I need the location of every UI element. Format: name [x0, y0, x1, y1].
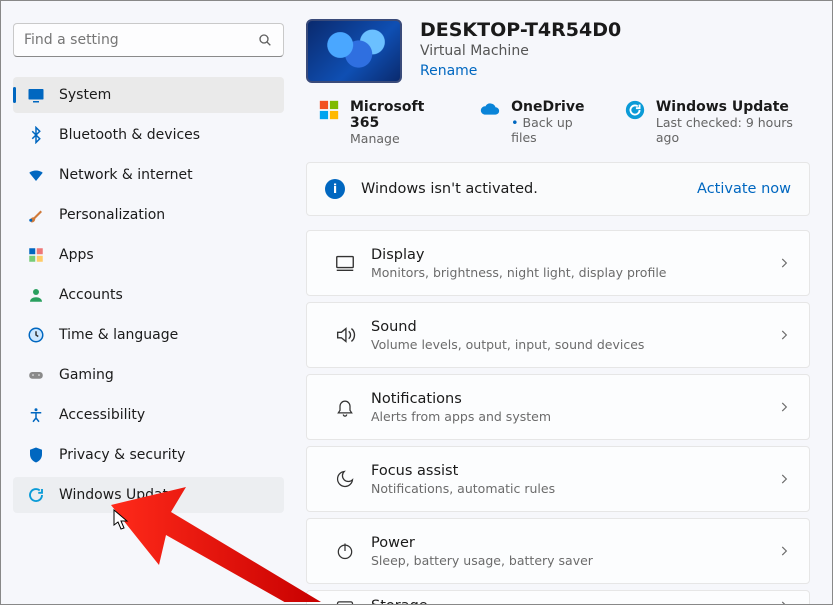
bell-icon: [325, 397, 365, 417]
sidebar-item-bluetooth[interactable]: Bluetooth & devices: [13, 117, 284, 153]
wifi-icon: [27, 166, 45, 184]
sidebar-item-label: System: [59, 87, 111, 103]
power-icon: [325, 541, 365, 561]
search-icon: [257, 32, 273, 48]
sidebar-item-network[interactable]: Network & internet: [13, 157, 284, 193]
chevron-right-icon: [777, 599, 791, 604]
topcard-title: OneDrive: [511, 99, 596, 115]
display-icon: [325, 252, 365, 274]
sidebar-item-label: Time & language: [59, 327, 178, 343]
device-type: Virtual Machine: [420, 43, 621, 59]
activation-banner[interactable]: i Windows isn't activated. Activate now: [306, 162, 810, 216]
sidebar-item-system[interactable]: System: [13, 77, 284, 113]
sidebar-item-label: Network & internet: [59, 167, 193, 183]
sidebar-item-personalization[interactable]: Personalization: [13, 197, 284, 233]
chevron-right-icon: [777, 544, 791, 558]
topcard-windows-update[interactable]: Windows Update Last checked: 9 hours ago: [624, 99, 810, 146]
card-sub: Notifications, automatic rules: [371, 481, 777, 496]
banner-text: Windows isn't activated.: [361, 181, 697, 197]
update-icon: [27, 486, 45, 504]
settings-cards: Display Monitors, brightness, night ligh…: [306, 230, 810, 604]
sidebar-item-gaming[interactable]: Gaming: [13, 357, 284, 393]
sidebar-item-label: Apps: [59, 247, 94, 263]
card-sound[interactable]: Sound Volume levels, output, input, soun…: [306, 302, 810, 368]
topcard-title: Microsoft 365: [350, 99, 451, 131]
sidebar-item-time[interactable]: Time & language: [13, 317, 284, 353]
sidebar-item-accessibility[interactable]: Accessibility: [13, 397, 284, 433]
main-panel: DESKTOP-T4R54D0 Virtual Machine Rename M…: [296, 1, 832, 604]
sidebar-item-accounts[interactable]: Accounts: [13, 277, 284, 313]
card-sub: Volume levels, output, input, sound devi…: [371, 337, 777, 352]
card-title: Focus assist: [371, 463, 777, 479]
search-box[interactable]: [13, 23, 284, 57]
moon-icon: [325, 469, 365, 489]
gaming-icon: [27, 366, 45, 384]
accessibility-icon: [27, 406, 45, 424]
device-wallpaper[interactable]: [306, 19, 402, 83]
ms365-icon: [318, 99, 340, 121]
chevron-right-icon: [777, 400, 791, 414]
sidebar-item-label: Personalization: [59, 207, 165, 223]
card-display[interactable]: Display Monitors, brightness, night ligh…: [306, 230, 810, 296]
topcard-sub: • Back up files: [511, 115, 596, 145]
chevron-right-icon: [777, 256, 791, 270]
search-input[interactable]: [24, 32, 257, 48]
accounts-icon: [27, 286, 45, 304]
sidebar-item-label: Bluetooth & devices: [59, 127, 200, 143]
sidebar-item-label: Accessibility: [59, 407, 145, 423]
system-icon: [27, 86, 45, 104]
update-icon: [624, 99, 646, 121]
card-sub: Alerts from apps and system: [371, 409, 777, 424]
settings-window: System Bluetooth & devices Network & int…: [0, 0, 833, 605]
topcard-sub: Last checked: 9 hours ago: [656, 115, 810, 145]
sidebar-item-label: Windows Update: [59, 487, 177, 503]
sidebar-item-privacy[interactable]: Privacy & security: [13, 437, 284, 473]
card-title: Power: [371, 535, 777, 551]
card-notifications[interactable]: Notifications Alerts from apps and syste…: [306, 374, 810, 440]
bluetooth-icon: [27, 126, 45, 144]
clock-icon: [27, 326, 45, 344]
sidebar: System Bluetooth & devices Network & int…: [1, 1, 296, 604]
card-title: Storage: [371, 598, 777, 604]
sidebar-item-label: Accounts: [59, 287, 123, 303]
topcard-sub: Manage: [350, 131, 451, 146]
chevron-right-icon: [777, 472, 791, 486]
activate-now-link[interactable]: Activate now: [697, 181, 791, 197]
card-title: Sound: [371, 319, 777, 335]
sidebar-item-label: Gaming: [59, 367, 114, 383]
nav-list: System Bluetooth & devices Network & int…: [13, 77, 284, 513]
topcard-title: Windows Update: [656, 99, 810, 115]
card-title: Notifications: [371, 391, 777, 407]
card-sub: Monitors, brightness, night light, displ…: [371, 265, 777, 280]
sidebar-item-windows-update[interactable]: Windows Update: [13, 477, 284, 513]
top-cards: Microsoft 365 Manage OneDrive • Back up …: [306, 99, 810, 146]
storage-icon: [325, 596, 365, 604]
card-power[interactable]: Power Sleep, battery usage, battery save…: [306, 518, 810, 584]
sidebar-item-apps[interactable]: Apps: [13, 237, 284, 273]
shield-icon: [27, 446, 45, 464]
card-focus-assist[interactable]: Focus assist Notifications, automatic ru…: [306, 446, 810, 512]
apps-icon: [27, 246, 45, 264]
onedrive-icon: [479, 99, 501, 121]
sidebar-item-label: Privacy & security: [59, 447, 185, 463]
topcard-ms365[interactable]: Microsoft 365 Manage: [318, 99, 451, 146]
chevron-right-icon: [777, 328, 791, 342]
card-sub: Sleep, battery usage, battery saver: [371, 553, 777, 568]
info-icon: i: [325, 179, 345, 199]
topcard-onedrive[interactable]: OneDrive • Back up files: [479, 99, 596, 146]
sound-icon: [325, 324, 365, 346]
rename-link[interactable]: Rename: [420, 63, 621, 79]
card-title: Display: [371, 247, 777, 263]
device-header: DESKTOP-T4R54D0 Virtual Machine Rename: [306, 19, 810, 83]
device-name: DESKTOP-T4R54D0: [420, 19, 621, 41]
card-storage[interactable]: Storage: [306, 590, 810, 604]
brush-icon: [27, 206, 45, 224]
